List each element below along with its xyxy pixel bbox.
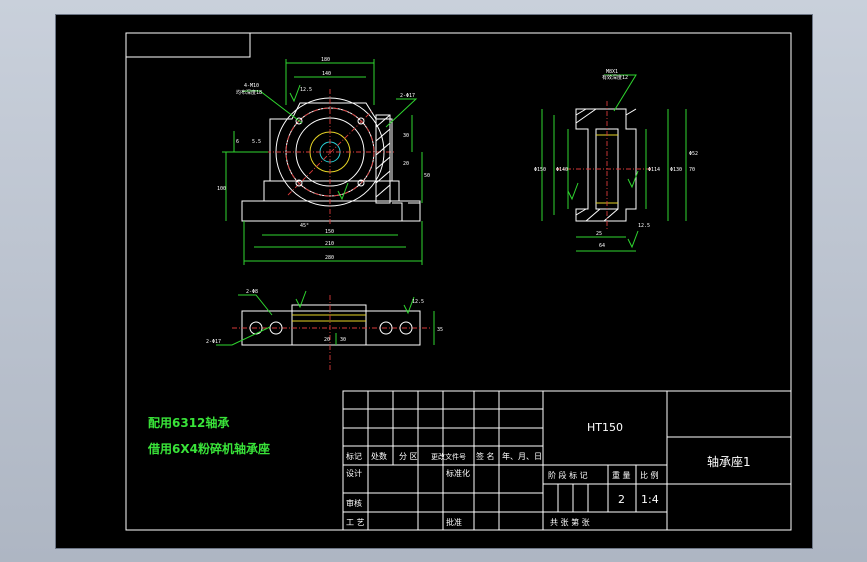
callout-4m10: 4-M10 — [244, 83, 259, 89]
side-outline — [575, 108, 637, 222]
material: HT150 — [587, 421, 623, 434]
top-view: 2-Φ8 2-Φ17 35 20 30 12.5 — [206, 289, 443, 371]
callout-4m10-note: 均布深度18 — [236, 89, 262, 96]
foot-right — [392, 202, 420, 221]
dim-phi130: Φ130 — [670, 167, 682, 173]
scale-label: 比 例 — [640, 470, 659, 480]
front-base — [241, 200, 421, 222]
weight-label: 重 量 — [612, 470, 631, 480]
dim-phi140: Φ140 — [556, 167, 568, 173]
dim-6: 6 — [236, 139, 239, 145]
dim-64: 64 — [599, 243, 605, 249]
cad-drawing: 180 140 150 210 280 100 30 20 50 6 5.5 4… — [125, 32, 792, 531]
callout-2phi8: 2-Φ8 — [246, 289, 258, 295]
hdr-zone: 分 区 — [399, 452, 418, 461]
callout-m8-note: 有效深度12 — [602, 74, 628, 81]
rough-symbol — [289, 84, 301, 103]
dim-50: 50 — [424, 173, 430, 179]
dim-100: 100 — [217, 186, 226, 192]
rough-top: 12.5 — [412, 299, 424, 305]
callout-2phi17-top: 2-Φ17 — [206, 339, 221, 345]
code-box — [125, 32, 251, 58]
dim-phi150: Φ150 — [534, 167, 546, 173]
dim-5-5: 5.5 — [252, 139, 261, 145]
row-review: 审核 — [346, 498, 362, 508]
rough-side: 12.5 — [638, 223, 650, 229]
row-process: 工 艺 — [346, 518, 365, 527]
drawing-canvas: 180 140 150 210 280 100 30 20 50 6 5.5 4… — [55, 14, 813, 549]
hdr-change-doc: 更改文件号 — [431, 452, 466, 461]
side-hatch — [575, 108, 637, 222]
hdr-count: 处数 — [371, 451, 387, 461]
dim-phi114: Φ114 — [648, 167, 660, 173]
dim-30: 30 — [403, 133, 409, 139]
callout-2phi17: 2-Φ17 — [400, 93, 415, 99]
rough-symbol — [337, 182, 349, 201]
dim-140: 140 — [322, 71, 331, 77]
row-approve: 批准 — [446, 517, 462, 527]
front-body-lower — [263, 180, 400, 202]
scale-value: 1:4 — [641, 493, 659, 506]
note-line-2: 借用6X4粉碎机轴承座 — [147, 441, 270, 456]
hdr-date: 年、月、日 — [502, 451, 542, 461]
rough-symbol — [567, 182, 579, 201]
dim-20-top: 20 — [324, 337, 330, 343]
dim-210: 210 — [325, 241, 334, 247]
stage-mark: 阶 段 标 记 — [548, 470, 588, 480]
top-bearing — [292, 314, 366, 322]
title-block: 标记 处数 分 区 更改文件号 签 名 年、月、日 设计 标准化 审核 工 艺 … — [342, 390, 792, 531]
sheets: 共 张 第 张 — [550, 517, 590, 527]
front-view: 180 140 150 210 280 100 30 20 50 6 5.5 4… — [217, 57, 430, 265]
row-design: 设计 — [346, 468, 362, 478]
row-standardize: 标准化 — [446, 468, 470, 478]
dim-45: 45° — [300, 223, 309, 229]
rough-symbol — [627, 230, 639, 249]
side-view: M8X1 有效深度12 64 25 Φ150 Φ140 Φ114 Φ130 Φ5… — [534, 69, 698, 252]
dim-30-top: 30 — [340, 337, 346, 343]
hdr-sign: 签 名 — [476, 451, 495, 461]
rough-front: 12.5 — [300, 87, 312, 93]
dim-35: 35 — [437, 327, 443, 333]
dim-25: 25 — [596, 231, 602, 237]
hdr-mark: 标记 — [346, 451, 362, 461]
dim-20: 20 — [403, 161, 409, 167]
leader-2phi8 — [238, 294, 273, 316]
dim-150: 150 — [325, 229, 334, 235]
weight-value: 2 — [618, 493, 625, 506]
dim-280: 280 — [325, 255, 334, 261]
note-line-1: 配用6312轴承 — [148, 415, 229, 430]
dim-180: 180 — [321, 57, 330, 63]
part-name: 轴承座1 — [707, 454, 751, 469]
dim-70: 70 — [689, 167, 695, 173]
dim-phi52: Φ52 — [689, 151, 698, 157]
